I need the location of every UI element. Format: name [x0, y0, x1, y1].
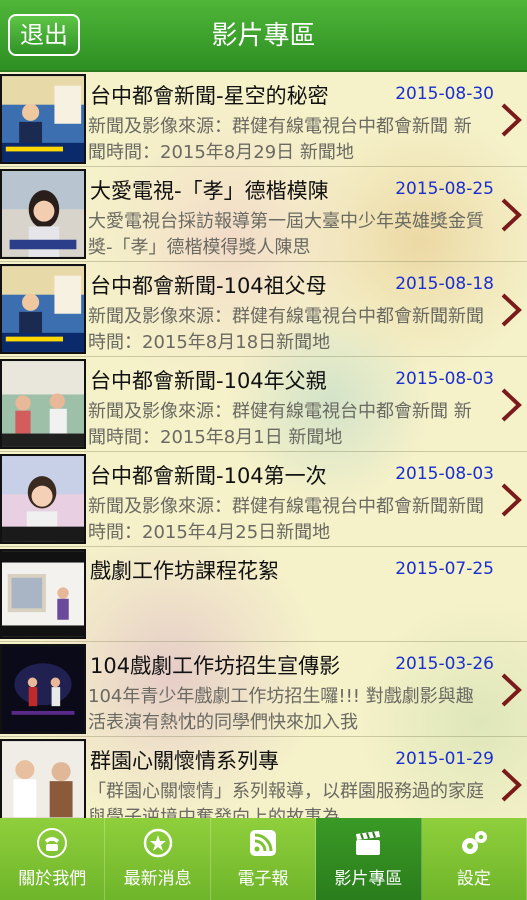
- video-date: 2015-03-26: [395, 654, 494, 674]
- nav-item-about[interactable]: 關於我們: [0, 818, 106, 900]
- video-list-item[interactable]: 台中都會新聞-104年父親 2015-08-03 新聞及影像來源：群健有線電視台…: [0, 357, 527, 452]
- video-thumbnail: [0, 549, 86, 639]
- video-title: 台中都會新聞-104第一次: [90, 464, 327, 488]
- video-date: 2015-07-25: [395, 559, 494, 579]
- video-description: 104年青少年戲劇工作坊招生囉!!! 對戲劇影與趣活表演有熱忱的同學們快來加入我: [88, 686, 474, 733]
- nav-item-videos[interactable]: 影片專區: [316, 818, 422, 900]
- gears-icon: [461, 831, 487, 854]
- interview-thumbnail-image: [2, 171, 84, 257]
- video-thumbnail: [0, 644, 86, 734]
- video-title: 台中都會新聞-104年父親: [90, 369, 327, 393]
- video-title: 台中都會新聞-104祖父母: [90, 274, 327, 298]
- news-anchor-thumbnail-image: [2, 76, 84, 162]
- video-title: 大愛電視-「孝」德楷模陳: [90, 179, 329, 203]
- video-list-item[interactable]: 台中都會新聞-104祖父母 2015-08-18 新聞及影像來源：群健有線電視台…: [0, 262, 527, 357]
- classroom-thumbnail-image: [2, 361, 84, 447]
- video-description: 新聞及影像來源：群健有線電視台中都會新聞 新聞時間：2015年8月29日 新聞地: [88, 116, 472, 163]
- video-description: [88, 589, 488, 641]
- video-description: 新聞及影像來源：群健有線電視台中都會新聞 新聞時間：2015年8月1日 新聞地: [88, 401, 472, 448]
- nav-label: 影片專區: [334, 869, 403, 889]
- nav-item-news[interactable]: 最新消息: [105, 818, 211, 900]
- video-list-item[interactable]: 戲劇工作坊課程花絮 2015-07-25: [0, 547, 527, 642]
- video-date: 2015-08-03: [395, 369, 494, 389]
- video-list-item[interactable]: 104戲劇工作坊招生宣傳影 2015-03-26 104年青少年戲劇工作坊招生囉…: [0, 642, 527, 737]
- chevron-right-icon: [501, 198, 522, 232]
- chevron-right-icon: [501, 293, 522, 327]
- chevron-right-icon: [501, 673, 522, 707]
- bottom-navigation: 關於我們 最新消息 電子報 影片專區 設定: [0, 818, 527, 900]
- video-list-item[interactable]: 群園心關懷情系列專 2015-01-29 「群園心關懷情」系列報導，以群園服務過…: [0, 737, 527, 818]
- video-list-item[interactable]: 台中都會新聞-星空的秘密 2015-08-30 新聞及影像來源：群健有線電視台中…: [0, 72, 527, 167]
- video-thumbnail: [0, 739, 86, 818]
- rss-icon: [250, 830, 277, 856]
- video-title: 戲劇工作坊課程花絮: [90, 559, 279, 583]
- clapperboard-icon: [356, 831, 381, 855]
- news-anchor-thumbnail-image: [2, 266, 84, 352]
- video-thumbnail: [0, 454, 86, 544]
- video-list[interactable]: 台中都會新聞-星空的秘密 2015-08-30 新聞及影像來源：群健有線電視台中…: [0, 72, 527, 818]
- video-date: 2015-08-30: [395, 84, 494, 104]
- video-thumbnail: [0, 74, 86, 164]
- video-description: 新聞及影像來源：群健有線電視台中都會新聞新聞時間：2015年8月18日新聞地: [88, 306, 484, 353]
- chevron-right-icon: [501, 103, 522, 137]
- video-thumbnail: [0, 169, 86, 259]
- video-thumbnail: [0, 359, 86, 449]
- app-header: 退出 影片專區: [0, 0, 527, 72]
- phone-icon: [37, 828, 68, 858]
- chevron-right-icon: [501, 768, 522, 802]
- video-title: 台中都會新聞-星空的秘密: [90, 84, 329, 108]
- video-thumbnail: [0, 264, 86, 354]
- page-title: 影片專區: [211, 21, 316, 51]
- video-date: 2015-08-03: [395, 464, 494, 484]
- child-thumbnail-image: [2, 456, 84, 542]
- group-photo-thumbnail-image: [2, 741, 84, 818]
- video-description: 「群園心關懷情」系列報導，以群園服務過的家庭與學子逆境中奮發向上的故事為: [88, 781, 484, 818]
- nav-label: 電子報: [237, 869, 289, 889]
- nav-item-newsletter[interactable]: 電子報: [211, 818, 317, 900]
- video-description: 新聞及影像來源：群健有線電視台中都會新聞新聞時間：2015年4月25日新聞地: [88, 496, 484, 543]
- video-date: 2015-01-29: [395, 749, 494, 769]
- video-title: 群園心關懷情系列專: [90, 749, 279, 773]
- stage-performance-thumbnail-image: [2, 646, 84, 732]
- chevron-right-icon: [501, 388, 522, 422]
- video-date: 2015-08-18: [395, 274, 494, 294]
- video-title: 104戲劇工作坊招生宣傳影: [90, 654, 341, 678]
- chevron-right-icon: [501, 483, 522, 517]
- nav-label: 關於我們: [18, 869, 87, 889]
- nav-item-settings[interactable]: 設定: [422, 818, 527, 900]
- video-list-item[interactable]: 台中都會新聞-104第一次 2015-08-03 新聞及影像來源：群健有線電視台…: [0, 452, 527, 547]
- video-description: 大愛電視台採訪報導第一屆大臺中少年英雄獎金質獎-「孝」德楷模得獎人陳思: [88, 211, 484, 258]
- nav-label: 設定: [456, 869, 491, 889]
- video-date: 2015-08-25: [395, 179, 494, 199]
- video-list-item[interactable]: 大愛電視-「孝」德楷模陳 2015-08-25 大愛電視台採訪報導第一屆大臺中少…: [0, 167, 527, 262]
- nav-label: 最新消息: [123, 869, 192, 889]
- workshop-thumbnail-image: [2, 551, 84, 637]
- star-badge-icon: [143, 828, 172, 858]
